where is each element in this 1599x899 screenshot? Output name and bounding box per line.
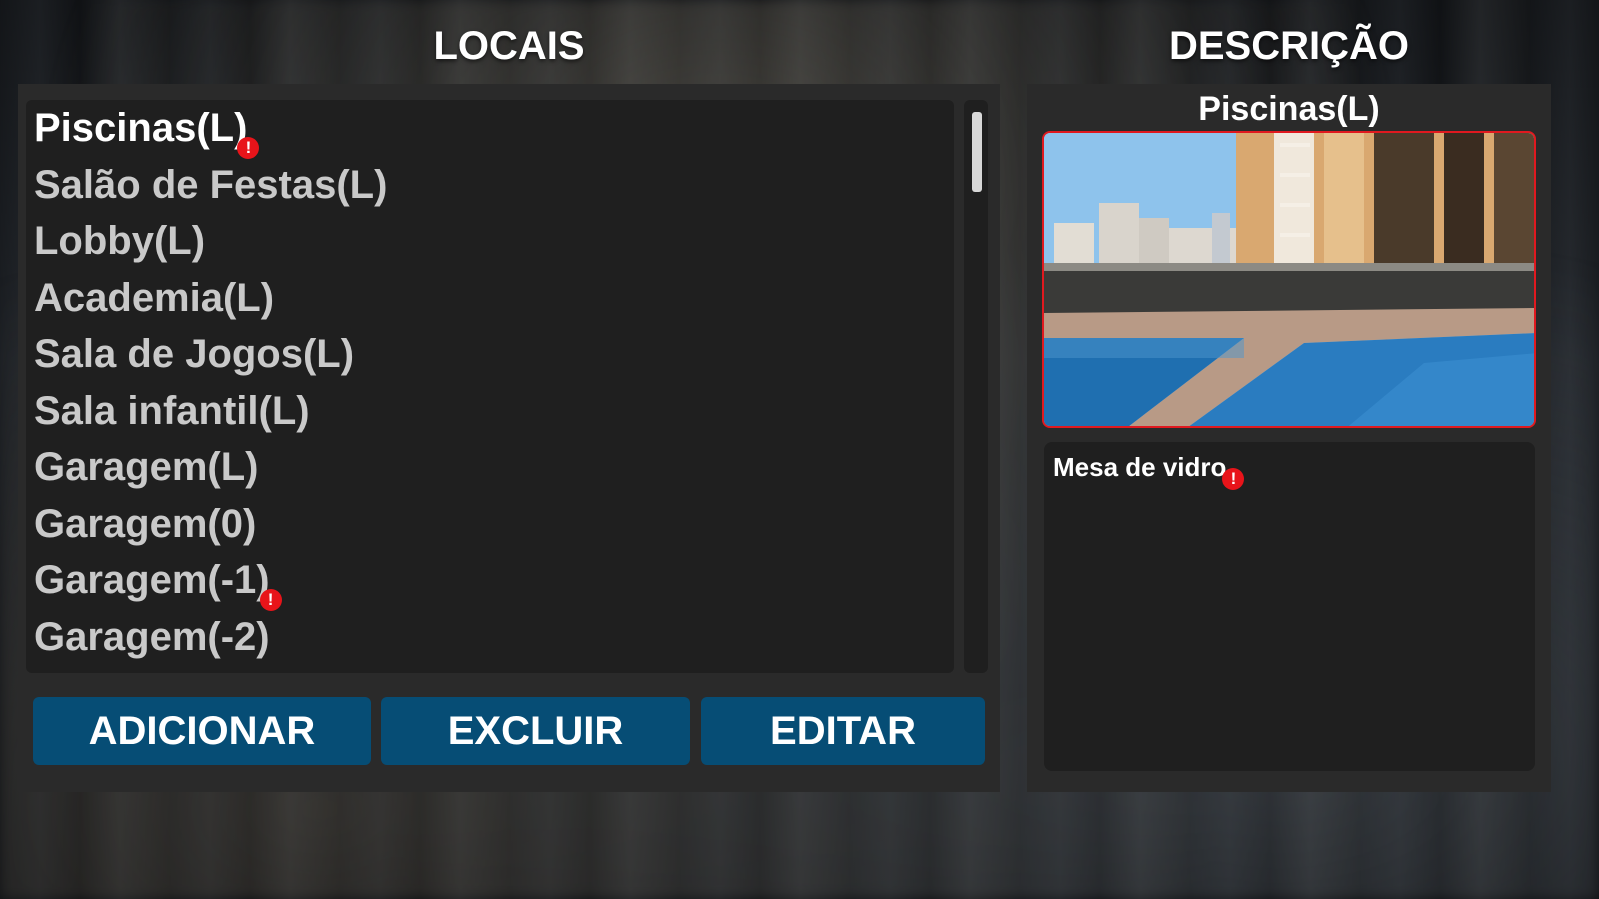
list-item[interactable]: Sala de Jogos(L)	[26, 326, 954, 383]
locais-title: LOCAIS	[433, 24, 585, 68]
list-item-label: Piscinas(L)	[34, 106, 248, 150]
list-item[interactable]: Salão de Festas(L)	[26, 157, 954, 214]
list-item-label: Sala de Jogos(L)	[34, 332, 355, 376]
description-text-box[interactable]: Mesa de vidro!	[1044, 442, 1535, 771]
list-scrollbar[interactable]	[964, 100, 988, 673]
selected-location-name: Piscinas(L)	[1198, 90, 1380, 128]
edit-button[interactable]: EDITAR	[701, 697, 985, 765]
delete-button[interactable]: EXCLUIR	[381, 697, 690, 765]
warning-icon: !	[1222, 468, 1245, 490]
pool-photo-icon	[1044, 133, 1534, 426]
list-item-label: Salão de Festas(L)	[34, 162, 388, 207]
description-text: Mesa de vidro	[1053, 452, 1227, 482]
list-item[interactable]: Garagem(-2)	[26, 609, 954, 666]
list-item[interactable]: Academia(L)	[26, 270, 954, 327]
descricao-panel: Piscinas(L) Mesa de vidro !	[1027, 84, 1551, 792]
list-item-label: Sala infantil(L)	[34, 388, 310, 433]
list-item-label: Academia(L)	[34, 275, 275, 320]
list-item[interactable]: Sala infantil(L)	[26, 383, 954, 440]
location-photo	[1042, 131, 1536, 428]
list-item-label: Lobby(L)	[34, 219, 206, 263]
list-item-label: Garagem(L)	[34, 445, 259, 489]
add-button[interactable]: ADICIONAR	[33, 697, 371, 765]
list-item[interactable]: Garagem(0)	[26, 496, 954, 553]
list-item[interactable]: Garagem(L)	[26, 439, 954, 496]
list-item-label: Garagem(-1)	[34, 558, 270, 602]
list-item-label: Garagem(-2)	[34, 614, 270, 659]
locais-panel: Piscinas(L)! Salão de Festas(L) Lobby(L)…	[18, 84, 1000, 792]
list-item-label: Garagem(0)	[34, 501, 257, 546]
scrollbar-thumb[interactable]	[972, 112, 982, 192]
list-item[interactable]: Lobby(L)	[26, 213, 954, 270]
descricao-title: DESCRIÇÃO	[1168, 24, 1410, 68]
locais-list: Piscinas(L)! Salão de Festas(L) Lobby(L)…	[26, 100, 954, 673]
list-item[interactable]: Garagem(-1)!	[26, 552, 954, 611]
list-item[interactable]: Piscinas(L)!	[26, 100, 954, 159]
